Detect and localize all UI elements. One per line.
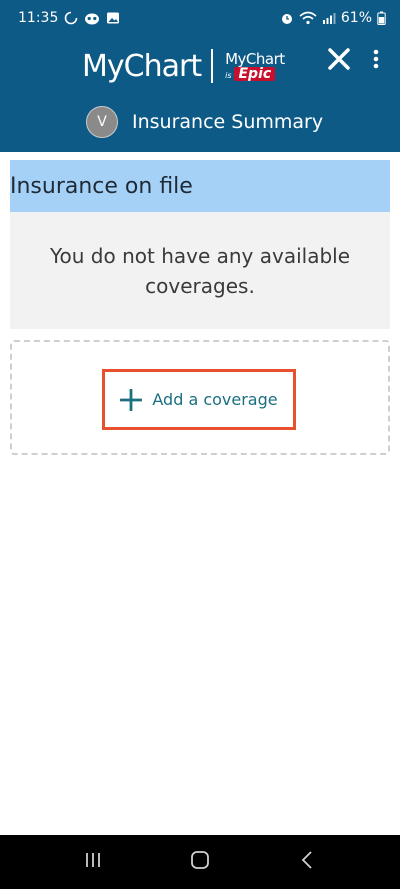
page-header: V Insurance Summary xyxy=(86,106,323,138)
sync-icon xyxy=(64,11,78,25)
epic-logo-top: MyChart xyxy=(225,49,285,68)
app-header: MyChart MyChart is Epic V Insurance Summ… xyxy=(0,36,400,152)
more-options-button[interactable] xyxy=(364,45,388,77)
face-icon xyxy=(84,11,100,25)
brand-divider xyxy=(211,49,214,83)
mychart-logo: MyChart xyxy=(82,48,202,84)
signal-icon xyxy=(322,11,336,25)
empty-state: You do not have any available coverages. xyxy=(10,212,390,329)
plus-icon xyxy=(120,388,143,411)
alarm-icon xyxy=(280,11,294,25)
home-icon xyxy=(190,850,210,874)
empty-message: You do not have any available coverages. xyxy=(49,243,351,298)
epic-logo-bottom: is Epic xyxy=(225,66,285,81)
add-coverage-label: Add a coverage xyxy=(152,390,278,409)
close-button[interactable] xyxy=(323,45,355,77)
brand: MyChart MyChart is Epic xyxy=(82,42,285,90)
wifi-icon xyxy=(299,11,317,25)
section-header: Insurance on file xyxy=(10,160,390,212)
recent-apps-icon xyxy=(84,852,102,872)
more-vertical-icon xyxy=(373,49,379,73)
mychart-is-epic-logo: MyChart is Epic xyxy=(225,49,285,81)
status-bar: 11:35 61% xyxy=(0,0,400,36)
avatar[interactable]: V xyxy=(86,106,118,138)
epic-logo-is: is xyxy=(225,70,232,80)
back-button[interactable] xyxy=(277,842,337,882)
epic-logo-word: Epic xyxy=(234,66,276,81)
section-title: Insurance on file xyxy=(10,173,193,199)
add-coverage-button[interactable]: Add a coverage xyxy=(102,369,296,430)
battery-percent: 61% xyxy=(340,10,372,26)
back-icon xyxy=(301,851,313,873)
page-title: Insurance Summary xyxy=(132,111,324,133)
recent-apps-button[interactable] xyxy=(63,842,123,882)
image-icon xyxy=(106,11,120,25)
status-left: 11:35 xyxy=(18,10,120,26)
navigation-bar xyxy=(0,835,400,889)
close-icon xyxy=(327,47,351,75)
battery-icon xyxy=(377,11,386,25)
status-time: 11:35 xyxy=(18,10,59,26)
status-right: 61% xyxy=(280,10,386,26)
home-button[interactable] xyxy=(170,842,230,882)
add-coverage-card: Add a coverage xyxy=(10,340,390,455)
